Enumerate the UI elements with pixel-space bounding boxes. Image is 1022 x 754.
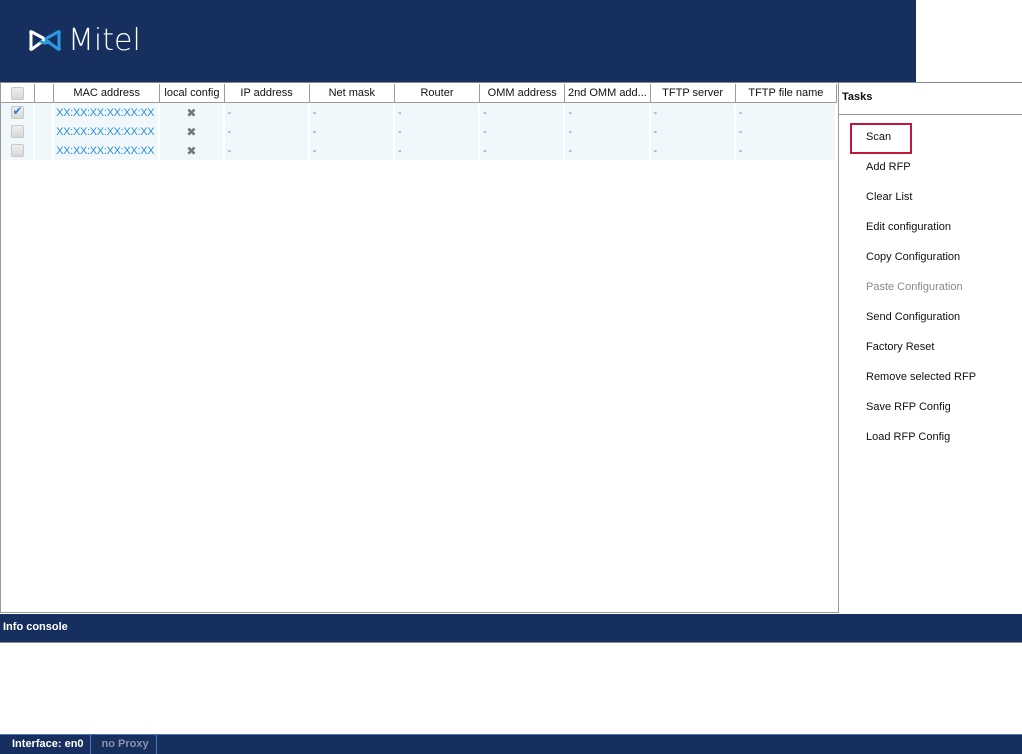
column-header-omm2[interactable]: 2nd OMM add... bbox=[565, 84, 651, 103]
tftp-file-cell[interactable]: - bbox=[735, 103, 837, 122]
select-all-header[interactable] bbox=[1, 84, 36, 103]
row-status-cell bbox=[35, 103, 55, 122]
proxy-status[interactable]: no Proxy bbox=[91, 735, 157, 754]
row-select-cell[interactable] bbox=[1, 141, 36, 160]
column-header-mac[interactable]: MAC address bbox=[54, 84, 161, 103]
tasks-panel: Tasks Scan Add RFP Clear List Edit configur… bbox=[839, 83, 1022, 613]
omm-cell[interactable]: - bbox=[480, 103, 566, 122]
mitel-logo: Mitel bbox=[28, 26, 141, 56]
row-select-cell[interactable] bbox=[1, 122, 36, 141]
tftp-server-cell[interactable]: - bbox=[650, 103, 736, 122]
task-clear-list[interactable]: Clear List bbox=[866, 191, 912, 203]
row-checkbox[interactable] bbox=[10, 104, 24, 119]
rfp-table: MAC address local config IP address Net … bbox=[1, 84, 837, 160]
ip-cell[interactable]: - bbox=[224, 122, 310, 141]
interface-status[interactable]: Interface: en0 bbox=[0, 735, 91, 754]
rfp-table-panel: MAC address local config IP address Net … bbox=[0, 83, 839, 613]
x-icon: ✖ bbox=[186, 105, 197, 120]
omm2-cell[interactable]: - bbox=[565, 141, 651, 160]
table-row[interactable]: XX:XX:XX:XX:XX:XX✖------- bbox=[1, 103, 837, 122]
mac-address-cell[interactable]: XX:XX:XX:XX:XX:XX bbox=[54, 122, 161, 141]
task-remove-selected-rfp[interactable]: Remove selected RFP bbox=[866, 371, 976, 383]
table-row[interactable]: XX:XX:XX:XX:XX:XX✖------- bbox=[1, 122, 837, 141]
task-factory-reset[interactable]: Factory Reset bbox=[866, 341, 934, 353]
table-header-row: MAC address local config IP address Net … bbox=[1, 84, 837, 103]
task-send-configuration[interactable]: Send Configuration bbox=[866, 311, 960, 323]
column-header-omm[interactable]: OMM address bbox=[480, 84, 566, 103]
router-cell[interactable]: - bbox=[394, 103, 481, 122]
ip-cell[interactable]: - bbox=[224, 141, 310, 160]
mac-address-cell[interactable]: XX:XX:XX:XX:XX:XX bbox=[54, 103, 161, 122]
x-icon: ✖ bbox=[186, 124, 197, 139]
info-console[interactable] bbox=[0, 644, 1022, 734]
netmask-cell[interactable]: - bbox=[309, 103, 395, 122]
table-row[interactable]: XX:XX:XX:XX:XX:XX✖------- bbox=[1, 141, 837, 160]
local-config-cell: ✖ bbox=[160, 103, 225, 122]
app-header: Mitel bbox=[0, 0, 916, 82]
row-checkbox[interactable] bbox=[10, 125, 24, 138]
row-checkbox[interactable] bbox=[10, 144, 24, 157]
brand-name: Mitel bbox=[68, 23, 141, 58]
column-header-netmask[interactable]: Net mask bbox=[309, 84, 395, 103]
omm2-cell[interactable]: - bbox=[565, 103, 651, 122]
tftp-file-cell[interactable]: - bbox=[735, 122, 837, 141]
mac-address-cell[interactable]: XX:XX:XX:XX:XX:XX bbox=[54, 141, 161, 160]
row-status-cell bbox=[35, 141, 55, 160]
column-header-local-config[interactable]: local config bbox=[160, 84, 225, 103]
row-select-cell[interactable] bbox=[1, 103, 36, 122]
task-edit-configuration[interactable]: Edit configuration bbox=[866, 221, 951, 233]
info-console-header: Info console bbox=[0, 614, 1022, 643]
task-add-rfp[interactable]: Add RFP bbox=[866, 161, 911, 173]
omm-cell[interactable]: - bbox=[480, 141, 566, 160]
netmask-cell[interactable]: - bbox=[309, 122, 395, 141]
router-cell[interactable]: - bbox=[394, 122, 481, 141]
task-load-rfp-config[interactable]: Load RFP Config bbox=[866, 431, 950, 443]
status-bar: Interface: en0 no Proxy bbox=[0, 734, 1022, 754]
column-header-tftp-file[interactable]: TFTP file name bbox=[735, 84, 837, 103]
task-copy-configuration[interactable]: Copy Configuration bbox=[866, 251, 960, 263]
omm-cell[interactable]: - bbox=[480, 122, 566, 141]
task-save-rfp-config[interactable]: Save RFP Config bbox=[866, 401, 951, 413]
ip-cell[interactable]: - bbox=[224, 103, 310, 122]
tftp-server-cell[interactable]: - bbox=[650, 122, 736, 141]
tasks-title: Tasks bbox=[839, 83, 1022, 115]
column-header-ip[interactable]: IP address bbox=[224, 84, 310, 103]
task-paste-configuration[interactable]: Paste Configuration bbox=[866, 281, 963, 293]
info-console-title: Info console bbox=[3, 621, 68, 633]
column-header-status[interactable] bbox=[35, 84, 55, 103]
mitel-bowtie-logo-icon bbox=[29, 30, 61, 51]
x-icon: ✖ bbox=[186, 143, 197, 158]
router-cell[interactable]: - bbox=[394, 141, 481, 160]
tftp-server-cell[interactable]: - bbox=[650, 141, 736, 160]
local-config-cell: ✖ bbox=[160, 122, 225, 141]
row-status-cell bbox=[35, 122, 55, 141]
select-all-checkbox[interactable] bbox=[11, 86, 25, 100]
task-scan[interactable]: Scan bbox=[866, 131, 891, 143]
column-header-tftp-server[interactable]: TFTP server bbox=[650, 84, 736, 103]
netmask-cell[interactable]: - bbox=[309, 141, 395, 160]
tftp-file-cell[interactable]: - bbox=[735, 141, 837, 160]
omm2-cell[interactable]: - bbox=[565, 122, 651, 141]
column-header-router[interactable]: Router bbox=[394, 84, 481, 103]
local-config-cell: ✖ bbox=[160, 141, 225, 160]
